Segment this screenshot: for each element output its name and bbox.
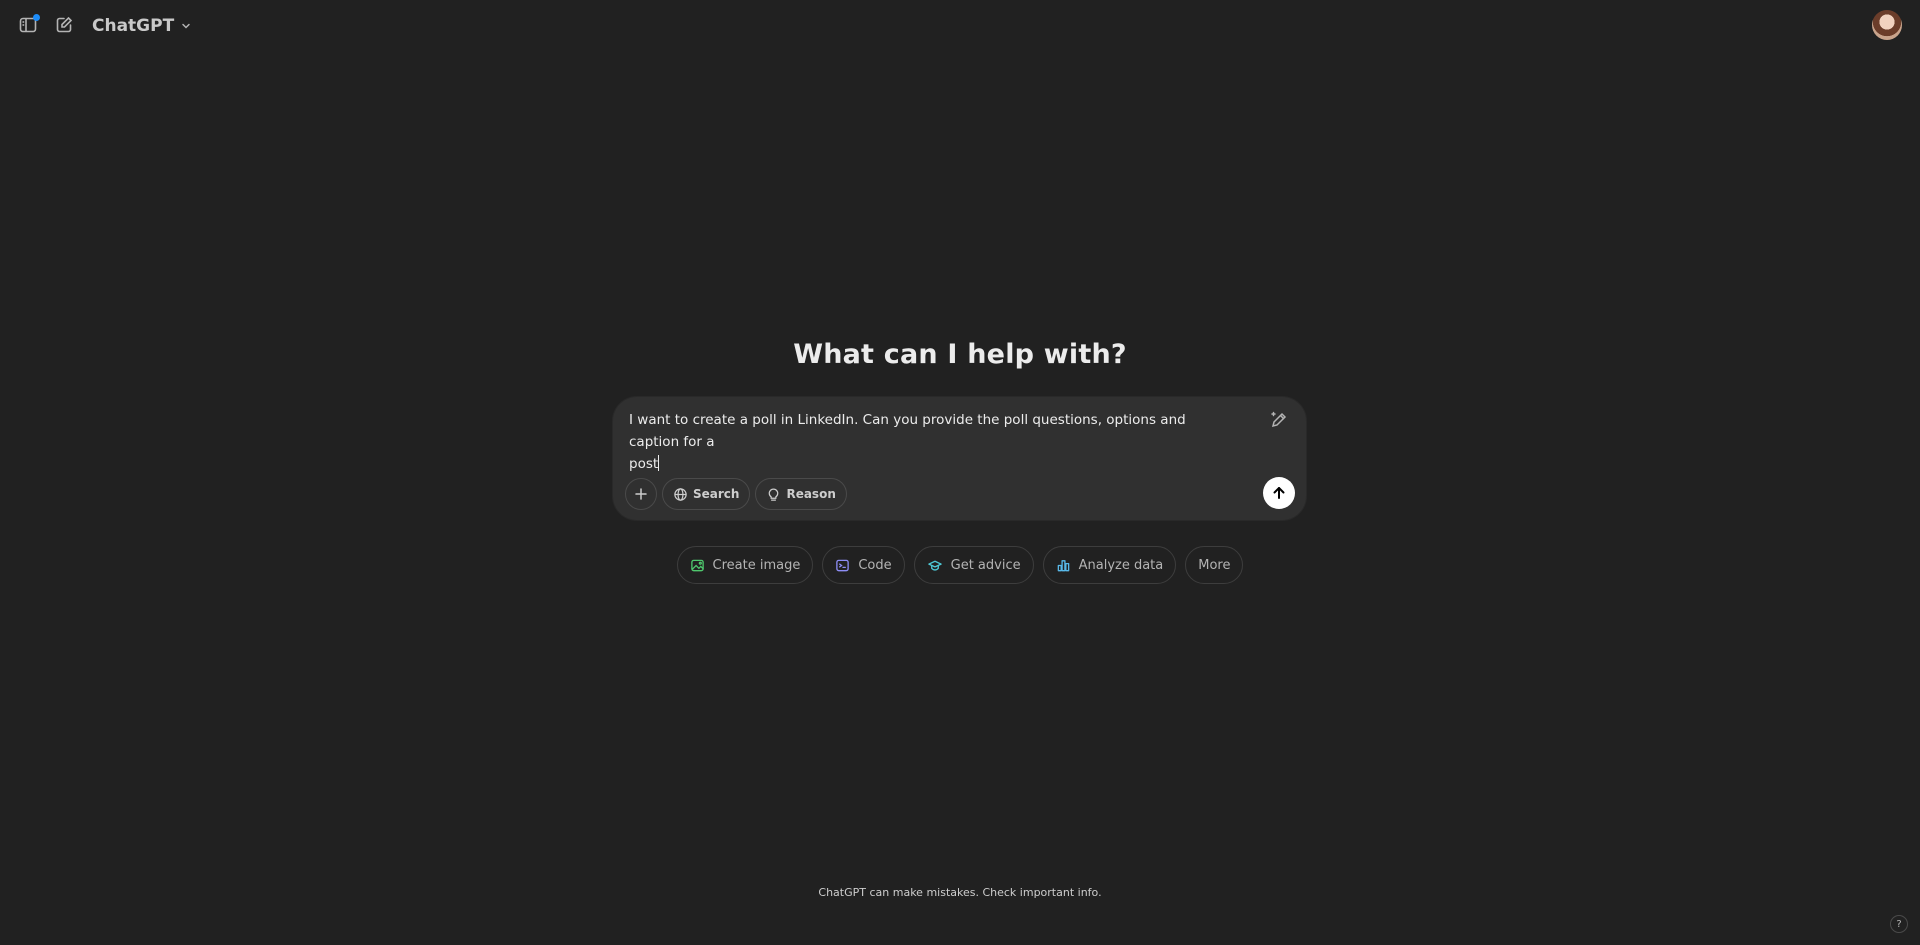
canvas-edit-button[interactable]	[1266, 407, 1292, 433]
suggestion-label: Analyze data	[1078, 557, 1164, 573]
terminal-icon	[836, 559, 850, 571]
lightbulb-icon	[769, 488, 779, 501]
globe-icon	[674, 487, 687, 501]
disclaimer: ChatGPT can make mistakes. Check importa…	[818, 886, 1102, 899]
prompt-text-line-1: I want to create a poll in LinkedIn. Can…	[629, 412, 1186, 450]
attach-button[interactable]	[625, 478, 657, 510]
notification-dot	[33, 14, 40, 21]
compose-icon	[56, 16, 73, 33]
suggestion-more[interactable]: More	[1185, 546, 1244, 584]
magic-pen-icon	[1271, 411, 1287, 428]
image-icon	[690, 559, 704, 571]
reason-label: Reason	[786, 487, 836, 501]
help-button[interactable]: ?	[1890, 915, 1908, 933]
graduation-cap-icon	[927, 560, 942, 571]
chevron-down-icon	[182, 23, 190, 29]
prompt-input[interactable]: I want to create a poll in LinkedIn. Can…	[629, 409, 1239, 475]
prompt-text-line-2: post	[629, 456, 659, 472]
composer-tools: Search Reason	[625, 478, 847, 510]
suggestion-label: More	[1198, 557, 1231, 573]
send-button[interactable]	[1263, 477, 1295, 509]
suggestion-get-advice[interactable]: Get advice	[913, 546, 1034, 584]
top-bar: ChatGPT	[0, 0, 1920, 52]
suggestion-label: Code	[858, 557, 892, 573]
search-label: Search	[693, 487, 740, 501]
page-title: What can I help with?	[793, 339, 1127, 370]
reason-button[interactable]: Reason	[755, 478, 847, 510]
message-composer[interactable]: I want to create a poll in LinkedIn. Can…	[613, 397, 1306, 520]
suggestion-label: Get advice	[950, 557, 1021, 573]
search-button[interactable]: Search	[662, 478, 751, 510]
suggestion-code[interactable]: Code	[822, 546, 905, 584]
chart-icon	[1057, 559, 1069, 571]
model-name: ChatGPT	[92, 16, 175, 36]
suggestion-label: Create image	[712, 557, 801, 573]
text-caret	[658, 455, 660, 471]
sidebar-toggle-button[interactable]	[12, 9, 44, 41]
suggestion-analyze-data[interactable]: Analyze data	[1042, 546, 1177, 584]
suggestion-create-image[interactable]: Create image	[676, 546, 814, 584]
plus-icon	[635, 488, 647, 500]
user-avatar[interactable]	[1872, 10, 1902, 40]
arrow-up-icon	[1273, 487, 1285, 499]
new-chat-button[interactable]	[48, 9, 80, 41]
suggestion-chips: Create image Code Get advice Analyze dat…	[0, 546, 1920, 584]
model-switcher[interactable]: ChatGPT	[84, 10, 200, 42]
